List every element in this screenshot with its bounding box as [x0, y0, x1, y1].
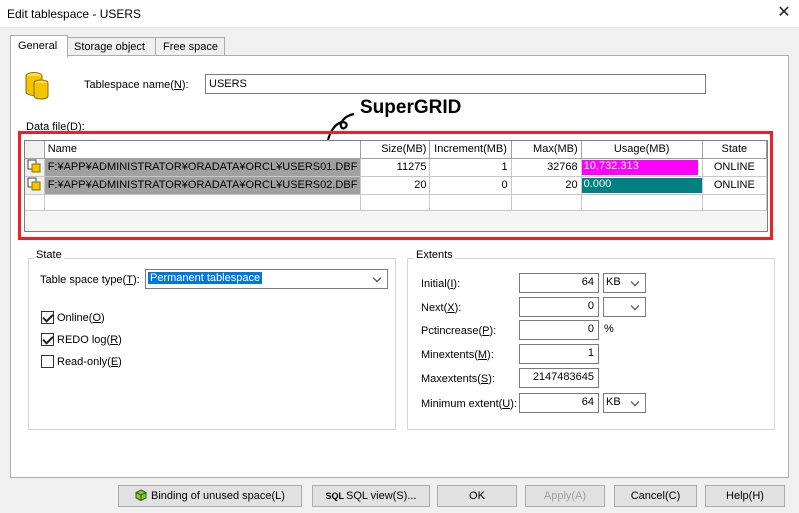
cell-increment[interactable]: 1	[429, 158, 512, 177]
tab-general[interactable]: General	[10, 35, 68, 57]
sql-icon: SQL	[325, 491, 344, 501]
minimum-extent-label: Minimum extent(U):	[421, 398, 517, 410]
tablespace-type-value: Permanent tablespace	[148, 272, 263, 284]
column-header-usage[interactable]: Usage(MB)	[581, 141, 703, 159]
binding-unused-space-button[interactable]: Binding of unused space(L)	[118, 485, 302, 507]
tablespace-name-label: Tablespace name(N):	[84, 79, 189, 91]
usage-bar: 0.000	[581, 177, 702, 193]
column-header-state[interactable]: State	[702, 141, 767, 159]
tab-free-space[interactable]: Free space	[155, 37, 225, 56]
cancel-button[interactable]: Cancel(C)	[614, 485, 697, 507]
redo-log-label: REDO log(R)	[57, 334, 122, 346]
maxextents-label: Maxextents(S):	[421, 373, 495, 385]
cell-size[interactable]: 11275	[360, 158, 431, 177]
cell-increment[interactable]: 0	[429, 176, 512, 195]
initial-unit-value: KB	[606, 276, 621, 288]
window-title: Edit tablespace - USERS	[7, 7, 142, 21]
tablespace-type-select[interactable]: Permanent tablespace	[145, 269, 388, 289]
online-checkbox[interactable]	[41, 311, 54, 324]
cell-usage[interactable]: 10,732.313	[581, 158, 703, 177]
datafile-icon	[25, 158, 45, 177]
cell-name[interactable]: F:¥APP¥ADMINISTRATOR¥ORADATA¥ORCL¥USERS0…	[44, 158, 362, 177]
database-icon	[25, 72, 49, 100]
chevron-down-icon[interactable]	[627, 298, 645, 316]
minextents-input[interactable]: 1	[519, 344, 599, 364]
maxextents-input[interactable]: 2147483645	[519, 368, 599, 388]
tab-storage-object[interactable]: Storage object	[66, 37, 157, 56]
table-row[interactable]: F:¥APP¥ADMINISTRATOR¥ORADATA¥ORCL¥USERS0…	[25, 176, 767, 195]
minextents-label: Minextents(M):	[421, 349, 494, 361]
chevron-down-icon[interactable]	[627, 274, 645, 292]
cell-state[interactable]: ONLINE	[702, 158, 767, 177]
sql-view-button[interactable]: SQL SQL view(S)...	[312, 485, 430, 507]
column-header-increment[interactable]: Increment(MB)	[429, 141, 512, 159]
tablespace-name-input[interactable]	[205, 74, 706, 94]
minimum-extent-unit-value: KB	[606, 396, 621, 408]
next-input[interactable]: 0	[519, 297, 599, 317]
chevron-down-icon[interactable]	[627, 394, 645, 412]
table-row[interactable]: F:¥APP¥ADMINISTRATOR¥ORADATA¥ORCL¥USERS0…	[25, 158, 767, 177]
extents-group-title: Extents	[414, 249, 455, 261]
data-file-grid[interactable]: Name Size(MB) Increment(MB) Max(MB) Usag…	[24, 140, 768, 232]
column-header-max[interactable]: Max(MB)	[511, 141, 582, 159]
supergrid-annotation: SuperGRID	[360, 97, 462, 118]
pctincrease-label: Pctincrease(P):	[421, 325, 497, 337]
state-group-title: State	[34, 249, 64, 261]
initial-input[interactable]: 64	[519, 273, 599, 293]
title-bar: Edit tablespace - USERS ✕	[0, 0, 799, 28]
pctincrease-input[interactable]: 0	[519, 320, 599, 340]
cube-icon	[135, 489, 147, 501]
tablespace-type-label: Table space type(T):	[40, 274, 140, 286]
minimum-extent-unit-select[interactable]: KB	[603, 393, 646, 413]
usage-bar: 10,732.313	[581, 159, 698, 175]
column-header-name[interactable]: Name	[44, 141, 362, 159]
table-row-empty[interactable]	[25, 194, 767, 211]
cell-usage[interactable]: 0.000	[581, 176, 703, 195]
apply-button[interactable]: Apply(A)	[525, 485, 605, 507]
percent-unit-label: %	[604, 323, 614, 335]
initial-unit-select[interactable]: KB	[603, 273, 646, 293]
cell-state[interactable]: ONLINE	[702, 176, 767, 195]
redo-log-checkbox[interactable]	[41, 333, 54, 346]
read-only-checkbox[interactable]	[41, 355, 54, 368]
cell-size[interactable]: 20	[360, 176, 431, 195]
minimum-extent-input[interactable]: 64	[519, 393, 599, 413]
grid-header-row: Name Size(MB) Increment(MB) Max(MB) Usag…	[25, 141, 767, 159]
cell-name[interactable]: F:¥APP¥ADMINISTRATOR¥ORADATA¥ORCL¥USERS0…	[44, 176, 362, 195]
initial-label: Initial(I):	[421, 278, 461, 290]
datafile-icon	[25, 176, 45, 195]
close-icon[interactable]: ✕	[769, 0, 799, 28]
cell-max[interactable]: 20	[511, 176, 582, 195]
chevron-down-icon[interactable]	[369, 270, 387, 288]
ok-button[interactable]: OK	[437, 485, 517, 507]
read-only-label: Read-only(E)	[57, 356, 122, 368]
online-label: Online(O)	[57, 312, 105, 324]
cell-max[interactable]: 32768	[511, 158, 582, 177]
grid-corner	[25, 141, 45, 159]
column-header-size[interactable]: Size(MB)	[360, 141, 431, 159]
next-unit-select[interactable]	[603, 297, 646, 317]
help-button[interactable]: Help(H)	[705, 485, 785, 507]
next-label: Next(X):	[421, 302, 462, 314]
